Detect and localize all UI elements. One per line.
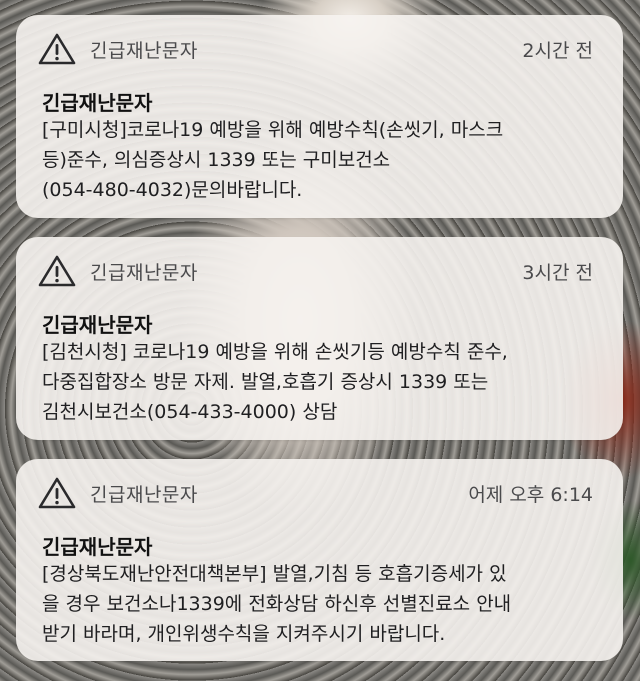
notification-time: 어제 오후 6:14 — [468, 483, 593, 506]
notification-app-name: 긴급재난문자 — [90, 261, 198, 284]
notification-title: 긴급재난문자 — [42, 91, 153, 115]
notification-app-name: 긴급재난문자 — [90, 483, 198, 506]
notification-body: [구미시청]코로나19 예방을 위해 예방수칙(손씻기, 마스크 등)준수, 의… — [42, 119, 504, 201]
notification-title: 긴급재난문자 — [42, 535, 153, 559]
notification-card[interactable]: 긴급재난문자 3시간 전 긴급재난문자 [김천시청] 코로나19 예방을 위해 … — [16, 237, 623, 440]
warning-triangle-icon — [38, 255, 76, 287]
notification-card[interactable]: 긴급재난문자 어제 오후 6:14 긴급재난문자 [경상북도재난안전대책본부] … — [16, 459, 623, 661]
notification-header: 긴급재난문자 2시간 전 — [38, 33, 593, 65]
warning-triangle-icon — [38, 33, 76, 65]
notification-card[interactable]: 긴급재난문자 2시간 전 긴급재난문자 [구미시청]코로나19 예방을 위해 예… — [16, 15, 623, 218]
warning-triangle-icon — [38, 477, 76, 509]
notification-body: [경상북도재난안전대책본부] 발열,기침 등 호흡기증세가 있 을 경우 보건소… — [42, 563, 512, 645]
notification-time: 2시간 전 — [522, 39, 593, 62]
notification-body: [김천시청] 코로나19 예방을 위해 손씻기등 예방수칙 준수, 다중집합장소… — [42, 341, 508, 423]
notification-app-name: 긴급재난문자 — [90, 39, 198, 62]
notification-title: 긴급재난문자 — [42, 313, 153, 337]
notification-time: 3시간 전 — [522, 261, 593, 284]
notification-header: 긴급재난문자 3시간 전 — [38, 255, 593, 287]
notification-header: 긴급재난문자 어제 오후 6:14 — [38, 477, 593, 509]
